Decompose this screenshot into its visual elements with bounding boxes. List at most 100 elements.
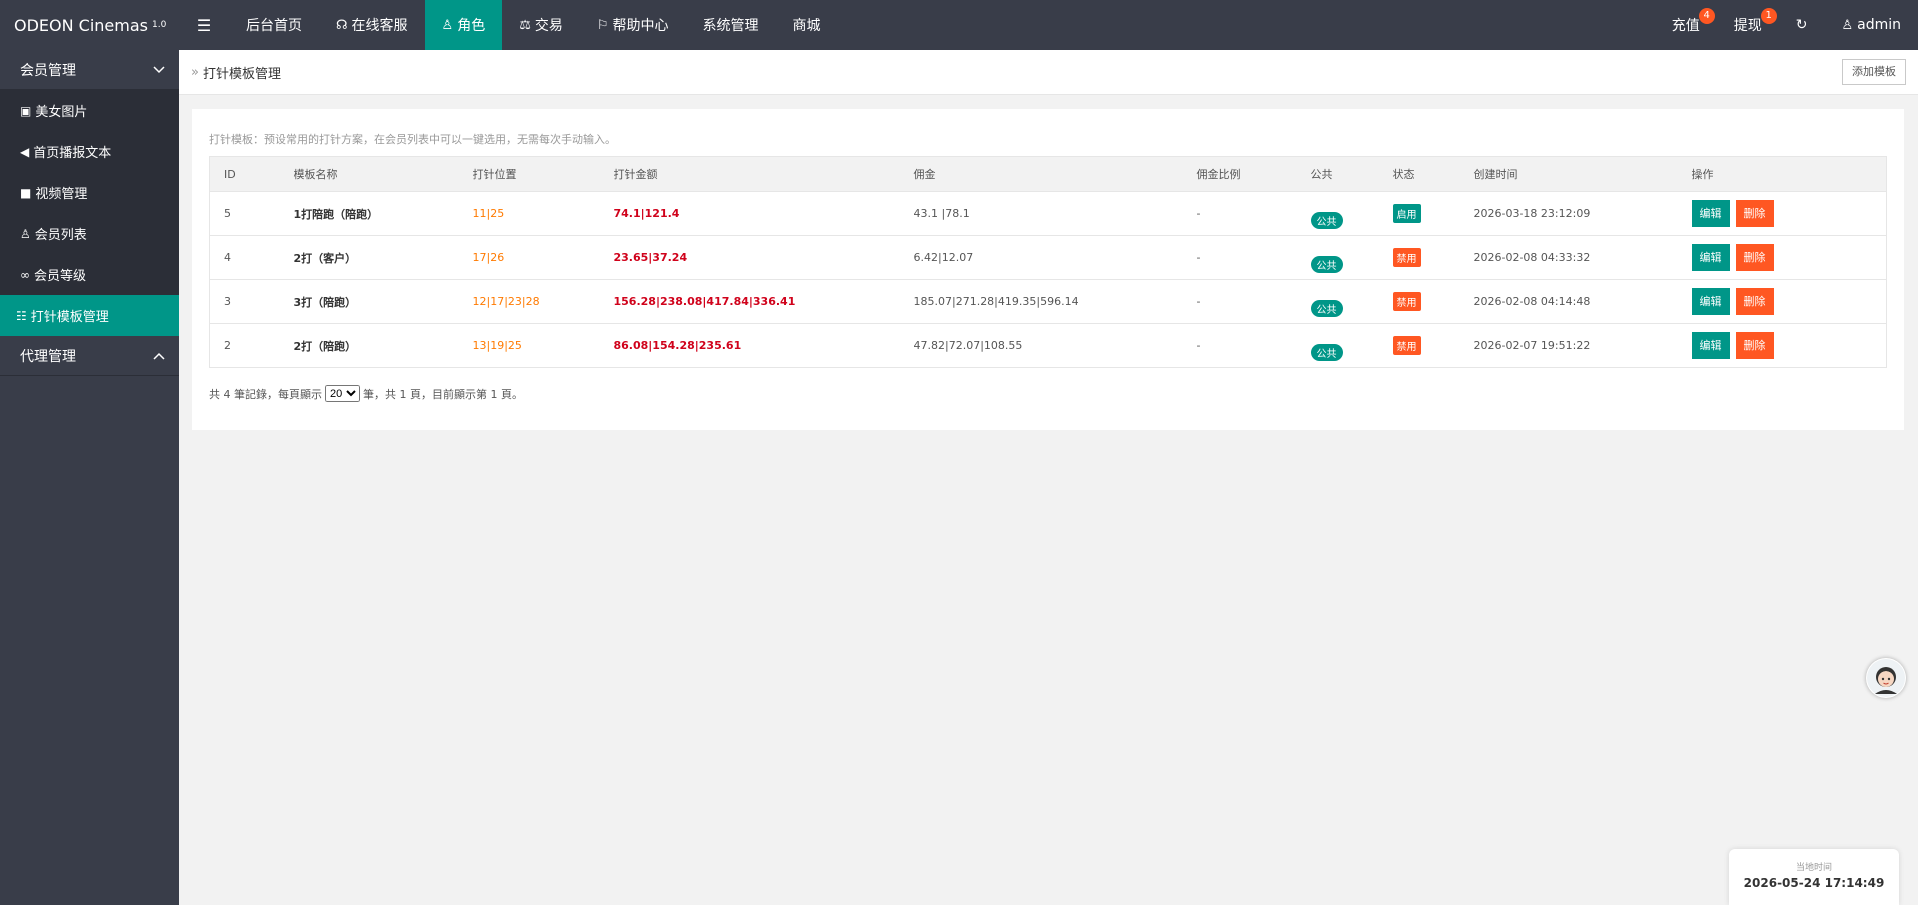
flag-icon: ⚐ <box>596 17 609 33</box>
user-icon: ♙ <box>1841 17 1854 33</box>
cell-position: 13|19|25 <box>458 323 600 368</box>
cell-name: 2打（陪跑） <box>279 323 459 368</box>
sidebar-item-videos[interactable]: ■ 视频管理 <box>0 172 179 213</box>
edit-button[interactable]: 编辑 <box>1691 288 1730 315</box>
cell-public: 公共 <box>1296 235 1379 280</box>
nav-label: 角色 <box>457 18 486 34</box>
cell-ratio: - <box>1182 235 1297 280</box>
cell-commission: 185.07|271.28|419.35|596.14 <box>899 279 1183 324</box>
delete-button[interactable]: 删除 <box>1735 288 1774 315</box>
sidebar-submenu: ▣ 美女图片 ◀ 首页播报文本 ■ 视频管理 ♙ 会员列表 ∞ 会员等级 ☷ 打针模板管理 <box>0 90 179 336</box>
nav-label: 帮助中心 <box>612 18 669 34</box>
recharge-button[interactable]: 充值 4 <box>1655 0 1717 50</box>
nav-label: 交易 <box>534 18 563 34</box>
recharge-label: 充值 <box>1671 18 1700 34</box>
col-header: 操作 <box>1677 156 1887 192</box>
cell-actions: 编辑 删除 <box>1677 323 1887 368</box>
cell-actions: 编辑 删除 <box>1677 191 1887 236</box>
nav-dashboard[interactable]: 后台首页 <box>229 0 319 50</box>
refresh-icon: ↻ <box>1795 17 1808 33</box>
col-header: 打针位置 <box>458 156 600 192</box>
sidebar-item-label: 首页播报文本 <box>33 146 112 161</box>
page-size-select[interactable]: 20 <box>325 385 360 402</box>
status-badge: 禁用 <box>1392 248 1421 267</box>
nav-trade[interactable]: ⚖ 交易 <box>502 0 580 50</box>
sidebar-item-member-list[interactable]: ♙ 会员列表 <box>0 213 179 254</box>
cell-created: 2026-02-07 19:51:22 <box>1459 323 1678 368</box>
cell-id: 3 <box>209 279 280 324</box>
edit-button[interactable]: 编辑 <box>1691 244 1730 271</box>
delete-button[interactable]: 删除 <box>1735 244 1774 271</box>
cell-id: 5 <box>209 191 280 236</box>
table-row: 4 2打（客户） 17|26 23.65|37.24 6.42|12.07 - … <box>209 235 1887 280</box>
cell-position: 17|26 <box>458 235 600 280</box>
delete-button[interactable]: 删除 <box>1735 332 1774 359</box>
col-header: 佣金 <box>899 156 1183 192</box>
refresh-button[interactable]: ↻ <box>1779 0 1825 50</box>
cell-commission: 6.42|12.07 <box>899 235 1183 280</box>
col-header: 模板名称 <box>279 156 459 192</box>
sidebar-item-images[interactable]: ▣ 美女图片 <box>0 90 179 131</box>
cell-created: 2026-03-18 23:12:09 <box>1459 191 1678 236</box>
cell-status: 禁用 <box>1378 279 1460 324</box>
cell-actions: 编辑 删除 <box>1677 279 1887 324</box>
status-badge: 禁用 <box>1392 292 1421 311</box>
cell-name: 2打（客户） <box>279 235 459 280</box>
nav-online-service[interactable]: ☊ 在线客服 <box>319 0 425 50</box>
sidebar: 会员管理 ▣ 美女图片 ◀ 首页播报文本 ■ 视频管理 ♙ 会员列表 ∞ 会员等级 ☷ 打针… <box>0 50 179 905</box>
cell-actions: 编辑 删除 <box>1677 235 1887 280</box>
public-badge: 公共 <box>1310 256 1343 273</box>
edit-button[interactable]: 编辑 <box>1691 200 1730 227</box>
nav-role[interactable]: ♙ 角色 <box>424 0 503 50</box>
sidebar-group-agents[interactable]: 代理管理 <box>0 336 179 376</box>
status-badge: 启用 <box>1392 204 1421 223</box>
withdraw-badge: 1 <box>1760 8 1777 24</box>
cell-amount: 156.28|238.08|417.84|336.41 <box>599 279 900 324</box>
cell-commission: 47.82|72.07|108.55 <box>899 323 1183 368</box>
local-time-widget: 当地时间 2026-05-24 17:14:49 <box>1729 849 1899 905</box>
add-template-button[interactable]: 添加模板 <box>1842 59 1906 85</box>
menu-toggle-button[interactable]: ☰ <box>179 0 229 50</box>
sidebar-group-members[interactable]: 会员管理 <box>0 50 179 90</box>
chevron-down-icon <box>153 62 165 78</box>
top-header: ODEON Cinemas 1.0 ☰ 后台首页 ☊ 在线客服 ♙ 角色 ⚖ 交易 ⚐ 帮… <box>0 0 1918 50</box>
local-time-value: 2026-05-24 17:14:49 <box>1743 876 1885 890</box>
support-agent-icon <box>1867 659 1905 697</box>
col-header: 打针金额 <box>599 156 900 192</box>
template-table: ID 模板名称 打针位置 打针金额 佣金 佣金比例 公共 状态 创建时间 操作 … <box>209 156 1887 368</box>
status-badge: 禁用 <box>1392 336 1421 355</box>
withdraw-label: 提现 <box>1733 18 1762 34</box>
cell-id: 2 <box>209 323 280 368</box>
video-icon: ■ <box>20 185 32 200</box>
cell-commission: 43.1 |78.1 <box>899 191 1183 236</box>
support-avatar[interactable] <box>1866 658 1906 698</box>
header-right: 充值 4 提现 1 ↻ ♙ admin <box>1655 0 1918 50</box>
sidebar-item-label: 打针模板管理 <box>30 310 109 325</box>
user-icon: ♙ <box>20 226 31 241</box>
withdraw-button[interactable]: 提现 1 <box>1717 0 1779 50</box>
nav-system[interactable]: 系统管理 <box>686 0 776 50</box>
nav-shop[interactable]: 商城 <box>776 0 838 50</box>
sidebar-item-member-level[interactable]: ∞ 会员等级 <box>0 254 179 295</box>
sidebar-item-templates[interactable]: ☷ 打针模板管理 <box>0 295 179 336</box>
edit-button[interactable]: 编辑 <box>1691 332 1730 359</box>
megaphone-icon: ◀ <box>20 144 30 159</box>
table-header-row: ID 模板名称 打针位置 打针金额 佣金 佣金比例 公共 状态 创建时间 操作 <box>209 156 1887 192</box>
local-time-label: 当地时间 <box>1795 863 1832 873</box>
pager-prefix: 共 4 筆記錄，每頁顯示 <box>209 387 322 401</box>
app-logo[interactable]: ODEON Cinemas 1.0 <box>0 0 179 50</box>
public-badge: 公共 <box>1310 212 1343 229</box>
nav-help-center[interactable]: ⚐ 帮助中心 <box>580 0 686 50</box>
cell-status: 启用 <box>1378 191 1460 236</box>
cell-public: 公共 <box>1296 323 1379 368</box>
delete-button[interactable]: 删除 <box>1735 200 1774 227</box>
headset-icon: ☊ <box>336 17 348 33</box>
sidebar-item-broadcast-text[interactable]: ◀ 首页播报文本 <box>0 131 179 172</box>
cell-public: 公共 <box>1296 191 1379 236</box>
sidebar-item-label: 会员列表 <box>34 228 87 243</box>
cell-id: 4 <box>209 235 280 280</box>
cell-ratio: - <box>1182 279 1297 324</box>
user-menu[interactable]: ♙ admin <box>1824 0 1918 50</box>
hamburger-icon: ☰ <box>196 15 212 35</box>
cell-name: 1打陪跑（陪跑） <box>279 191 459 236</box>
